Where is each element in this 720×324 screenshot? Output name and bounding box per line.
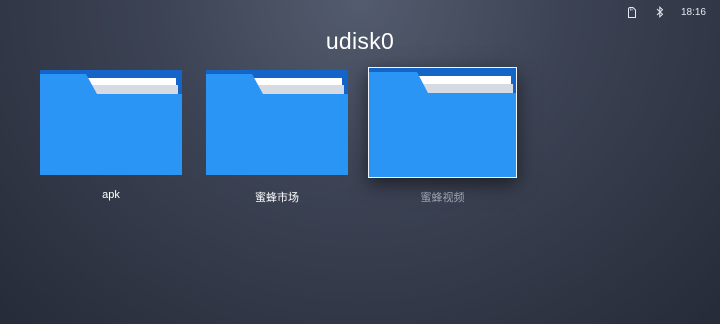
folder-thumbnail bbox=[206, 70, 348, 175]
folder-label: apk bbox=[102, 189, 120, 201]
folder-grid: apk 蜜蜂市场 蜜蜂视频 bbox=[0, 0, 720, 324]
folder-thumbnail-selected bbox=[368, 67, 517, 178]
folder-label: 蜜蜂视频 bbox=[420, 192, 465, 204]
folder-label: 蜜蜂市场 bbox=[255, 192, 299, 204]
folder-icon bbox=[369, 68, 516, 177]
folder-thumbnail bbox=[40, 70, 182, 175]
folder-icon bbox=[206, 70, 348, 175]
folder-icon bbox=[40, 70, 182, 175]
